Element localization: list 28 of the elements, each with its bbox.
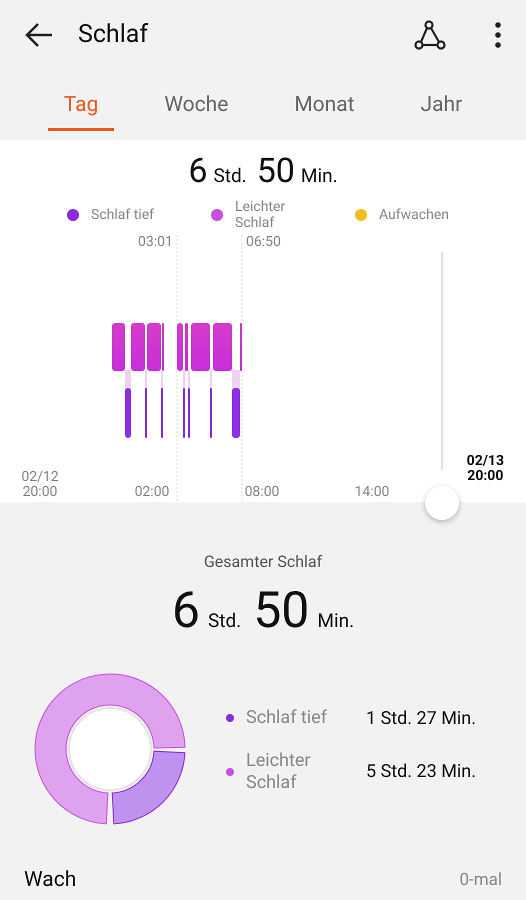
axis-label: 02:00	[134, 485, 170, 500]
back-icon[interactable]	[24, 22, 54, 48]
page-title: Schlaf	[78, 19, 150, 52]
time-marker: 03:01	[138, 233, 173, 252]
share-icon[interactable]	[414, 20, 446, 50]
legend-label: Schlaf tief	[246, 707, 328, 729]
legend-label: Aufwachen	[379, 207, 450, 223]
awake-count: 0-mal	[459, 869, 502, 892]
total-title: Gesamter Schlaf	[204, 551, 322, 573]
more-icon[interactable]	[494, 21, 502, 49]
tab[interactable]: Jahr	[404, 90, 478, 130]
axis-label: 08:00	[244, 485, 280, 500]
legend-label: Leichter Schlaf	[246, 750, 312, 794]
tab[interactable]: Tag	[48, 90, 114, 130]
time-marker: 06:50	[246, 233, 281, 252]
slider-handle[interactable]	[425, 486, 459, 520]
tab[interactable]: Woche	[148, 90, 244, 130]
tab[interactable]: Monat	[278, 90, 371, 130]
axis-label: 14:00	[354, 485, 390, 500]
legend-label: Schlaf tief	[91, 207, 155, 223]
legend-label: Leichter Schlaf	[235, 199, 286, 231]
axis-label: 02/12 20:00	[21, 470, 59, 500]
sleep-duration: 6 Std. 50 Min.	[188, 150, 338, 193]
duration-value: 1 Std. 27 Min.	[366, 706, 476, 730]
duration-value: 5 Std. 23 Min.	[366, 760, 476, 784]
total-duration: 6 Std. 50 Min.	[172, 581, 354, 642]
end-time-label: 02/13 20:00	[466, 454, 504, 484]
awake-label: Wach	[24, 867, 76, 894]
